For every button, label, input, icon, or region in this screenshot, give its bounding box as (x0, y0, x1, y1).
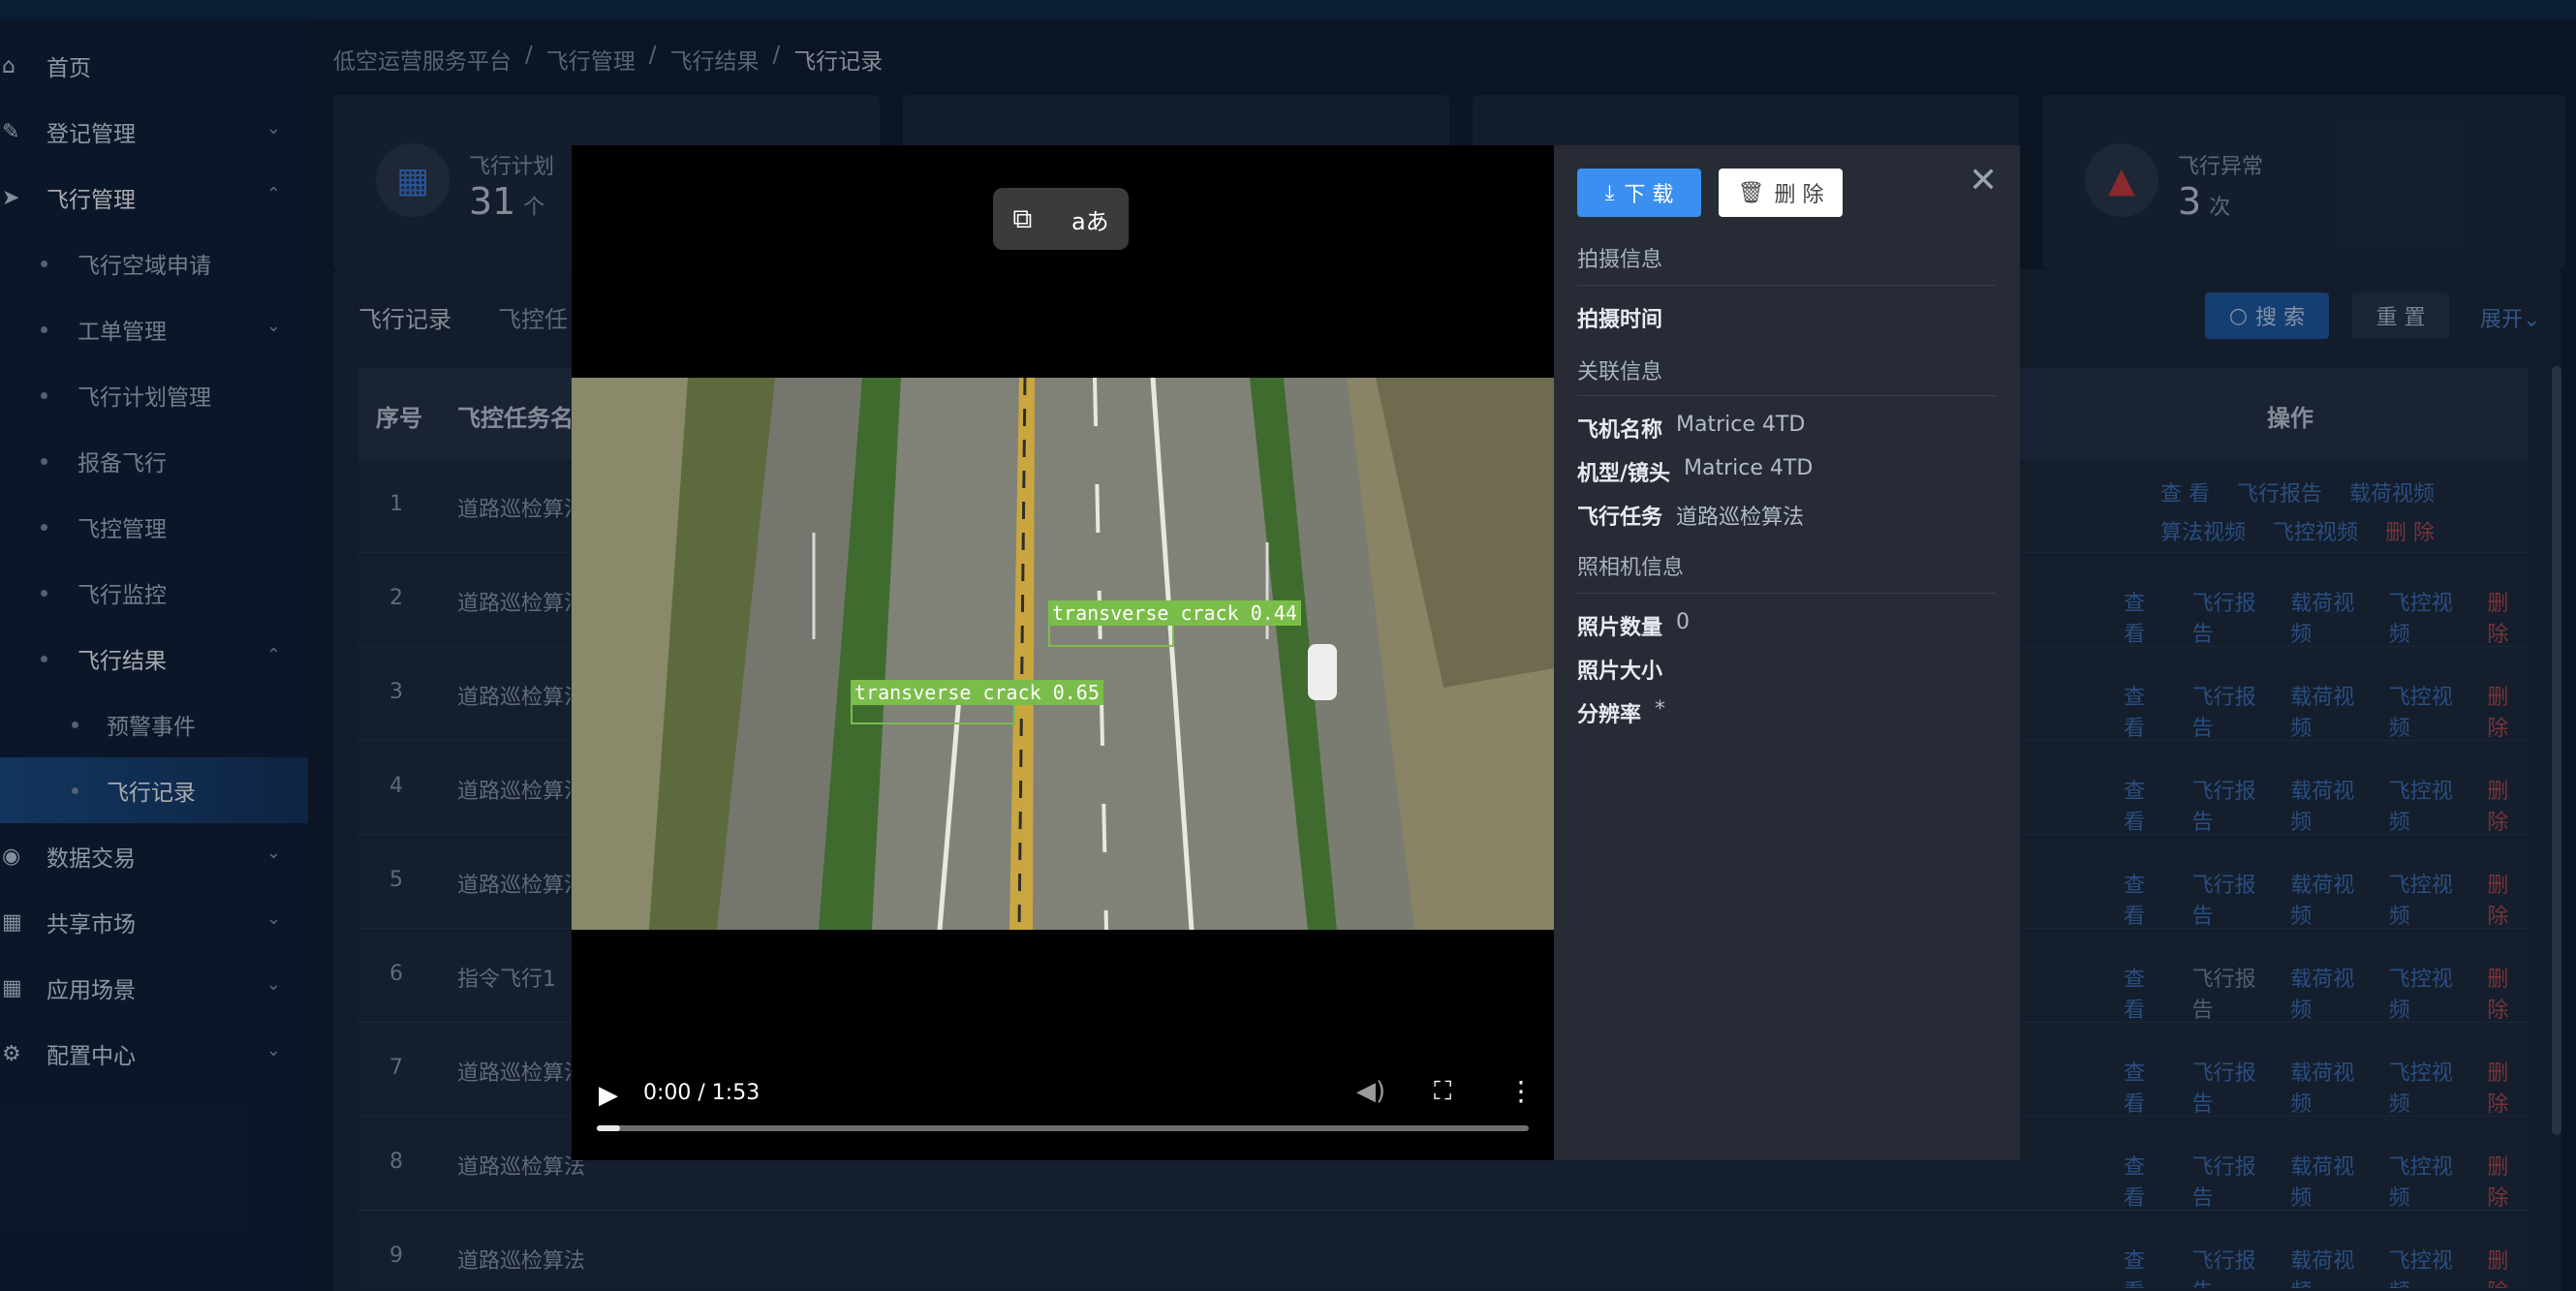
fullscreen-icon[interactable]: ⛶ (1434, 1077, 1451, 1107)
section-camera-info: 照相机信息 (1577, 556, 1685, 580)
field-task: 飞行任务 道路巡检算法 (1577, 506, 1805, 530)
download-icon: ⤓ (1604, 180, 1615, 205)
section-related-info: 关联信息 (1577, 360, 1663, 384)
detection-label: transverse crack 0.44 (1048, 600, 1301, 626)
more-options-icon[interactable]: ⋮ (1507, 1075, 1535, 1107)
delete-button[interactable]: 🗑 删 除 (1719, 169, 1843, 217)
play-icon[interactable]: ▶ (599, 1081, 618, 1110)
field-shoot-time: 拍摄时间 (1577, 308, 1663, 332)
road-aerial-frame (572, 378, 1554, 930)
field-aircraft: 飞机名称 Matrice 4TD (1577, 413, 1806, 443)
video-player[interactable]: transverse crack 0.44 transverse crack 0… (572, 145, 1554, 1160)
section-shoot-info: 拍摄信息 (1577, 248, 1663, 272)
video-controls: ▶ 0:00 / 1:53 ◀) ⛶ ⋮ (572, 1065, 1554, 1160)
divider (1577, 593, 1996, 594)
mute-icon[interactable]: ◀) (1356, 1077, 1385, 1106)
trash-icon: 🗑 (1737, 180, 1765, 205)
download-button[interactable]: ⤓ 下 载 (1577, 169, 1701, 217)
picture-in-picture-icon[interactable]: ⧉ (1012, 202, 1032, 235)
field-model: 机型/镜头 Matrice 4TD (1577, 456, 1814, 486)
info-panel: ⤓ 下 载 🗑 删 除 ✕ 拍摄信息 拍摄时间 关联信息 飞机名称 Matric… (1554, 145, 2020, 1160)
translate-icon[interactable]: aあ (1071, 202, 1109, 236)
video-progress-fill (597, 1125, 620, 1131)
divider (1577, 395, 1996, 396)
close-icon[interactable]: ✕ (1969, 161, 1998, 200)
detection-label: transverse crack 0.65 (851, 680, 1103, 705)
divider (1577, 285, 1996, 286)
video-frame: transverse crack 0.44 transverse crack 0… (572, 378, 1554, 930)
field-photo-count: 照片数量 0 (1577, 610, 1691, 640)
field-photo-size: 照片大小 (1577, 660, 1663, 684)
floating-toolbar: ⧉ aあ (993, 188, 1129, 250)
video-time: 0:00 / 1:53 (643, 1081, 760, 1105)
video-progress[interactable] (597, 1125, 1529, 1131)
field-resolution: 分辨率 * (1577, 697, 1666, 727)
media-preview-modal: transverse crack 0.44 transverse crack 0… (572, 145, 2020, 1160)
